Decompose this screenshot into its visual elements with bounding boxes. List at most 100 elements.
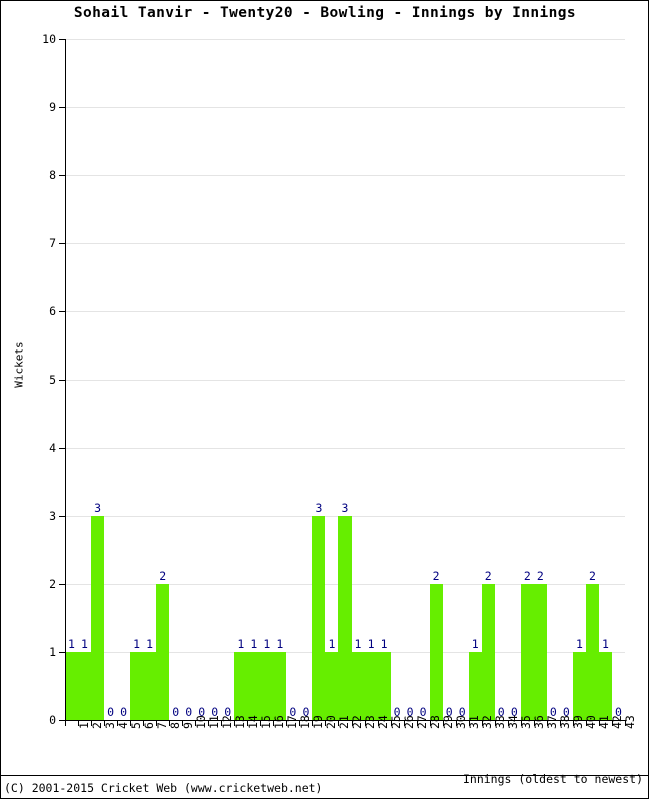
bar	[234, 651, 248, 720]
x-axis-tick-label: 4	[115, 722, 130, 729]
x-axis-tick-label: 7	[154, 722, 169, 729]
footer-copyright: (C) 2001-2015 Cricket Web (www.cricketwe…	[4, 781, 323, 795]
bar	[156, 583, 170, 720]
bar-value-label: 2	[588, 568, 596, 583]
bar-value-label: 2	[523, 568, 531, 583]
x-axis-tick-label: 26	[402, 715, 417, 729]
footer-divider	[1, 775, 649, 776]
bar-value-label: 0	[107, 705, 115, 719]
x-axis-tick-label: 6	[141, 722, 156, 729]
bar	[325, 651, 339, 720]
x-axis-tick-label: 16	[271, 715, 286, 729]
bar	[65, 651, 79, 720]
bar	[260, 651, 274, 720]
bar-value-label: 1	[250, 636, 258, 651]
bar	[273, 651, 287, 720]
y-tick-9	[59, 107, 65, 109]
gridline-8	[65, 175, 625, 177]
y-axis-tick-label: 5	[49, 372, 56, 387]
x-axis-tick-label: 8	[167, 722, 182, 729]
bar-value-label: 2	[484, 568, 492, 583]
x-tick	[65, 721, 66, 726]
y-axis-tick-label: 10	[42, 32, 56, 46]
y-axis-tick-label: 7	[49, 236, 56, 251]
y-axis-tick-label: 4	[49, 440, 56, 455]
bar-value-label: 1	[354, 636, 362, 651]
bar-value-label: 1	[133, 636, 141, 651]
bar-value-label: 1	[68, 636, 75, 651]
bar-value-label: 1	[575, 636, 583, 651]
x-axis-tick-label: 11	[206, 715, 221, 729]
x-axis-tick-label: 43	[623, 715, 638, 729]
plot-area	[65, 39, 625, 721]
x-axis-tick-label: 27	[415, 715, 430, 729]
y-tick-8	[59, 175, 65, 177]
bar-value-label: 2	[432, 568, 440, 583]
x-axis-tick-label: 19	[310, 715, 325, 729]
gridline-5	[65, 379, 625, 381]
y-axis-tick-label: 0	[49, 713, 56, 727]
x-axis-tick-label: 9	[180, 722, 195, 729]
bar	[598, 651, 612, 720]
y-axis-tick-label: 1	[49, 644, 56, 659]
bar-value-label: 1	[328, 636, 336, 651]
x-axis-tick-label: 14	[245, 715, 260, 729]
y-tick-4	[59, 447, 65, 449]
y-axis-tick-label: 2	[49, 576, 56, 591]
bar	[572, 651, 586, 720]
bar	[78, 651, 92, 720]
x-axis-tick-label: 10	[193, 715, 208, 729]
bar-value-label: 2	[536, 568, 544, 583]
bar-value-label: 3	[315, 500, 323, 515]
bar-value-label: 1	[237, 636, 245, 651]
y-axis-tick-label: 3	[49, 508, 56, 523]
y-tick-1	[59, 651, 65, 653]
bar	[91, 515, 105, 720]
x-axis-tick-label: 2	[89, 722, 104, 729]
bar-value-label: 3	[94, 500, 101, 515]
x-axis-tick-label: 22	[350, 715, 364, 729]
gridline-4	[65, 447, 625, 449]
x-axis-tick-label: 1	[76, 722, 91, 729]
bar-value-label: 1	[276, 636, 284, 651]
y-axis-tick-label: 8	[49, 168, 56, 183]
x-axis-tick-label: 13	[232, 715, 247, 729]
x-axis-tick-label: 12	[219, 715, 234, 729]
y-axis-title: Wickets	[12, 341, 26, 388]
gridline-7	[65, 243, 625, 245]
bar	[351, 651, 365, 720]
x-axis-tick-label: 3	[102, 722, 117, 729]
bar-value-label: 1	[146, 636, 154, 651]
bar-value-label: 1	[471, 636, 479, 651]
bar-value-label: 1	[601, 636, 609, 651]
bar	[429, 583, 443, 720]
x-axis-tick-label: 20	[323, 715, 338, 729]
y-tick-6	[59, 311, 65, 313]
x-axis-tick-label: 23	[363, 715, 378, 729]
chart-title: Sohail Tanvir - Twenty20 - Bowling - Inn…	[73, 5, 577, 21]
bar-value-label: 1	[380, 636, 388, 651]
bar	[520, 583, 534, 720]
x-axis-tick-label: 21	[336, 715, 351, 729]
bar	[130, 651, 144, 720]
y-tick-7	[59, 243, 65, 245]
x-axis-tick-label: 18	[297, 715, 312, 729]
bar-value-label: 1	[263, 636, 271, 651]
y-axis-line	[65, 39, 66, 721]
bar-value-label: 1	[367, 636, 375, 651]
bar-value-label: 1	[81, 636, 88, 651]
bar-value-label: 3	[341, 500, 349, 515]
bar	[468, 651, 482, 720]
y-tick-10	[59, 39, 65, 40]
bar-value-label: 2	[159, 568, 167, 583]
x-axis-tick-label: 17	[284, 715, 299, 729]
gridline-9	[65, 107, 625, 109]
y-tick-3	[59, 515, 65, 517]
y-tick-5	[59, 379, 65, 381]
bar	[533, 583, 547, 720]
bar	[481, 583, 495, 720]
bar	[143, 651, 157, 720]
x-axis-tick-label: 15	[258, 715, 273, 729]
bar-value-label: 0	[120, 705, 128, 719]
bar	[338, 515, 352, 720]
